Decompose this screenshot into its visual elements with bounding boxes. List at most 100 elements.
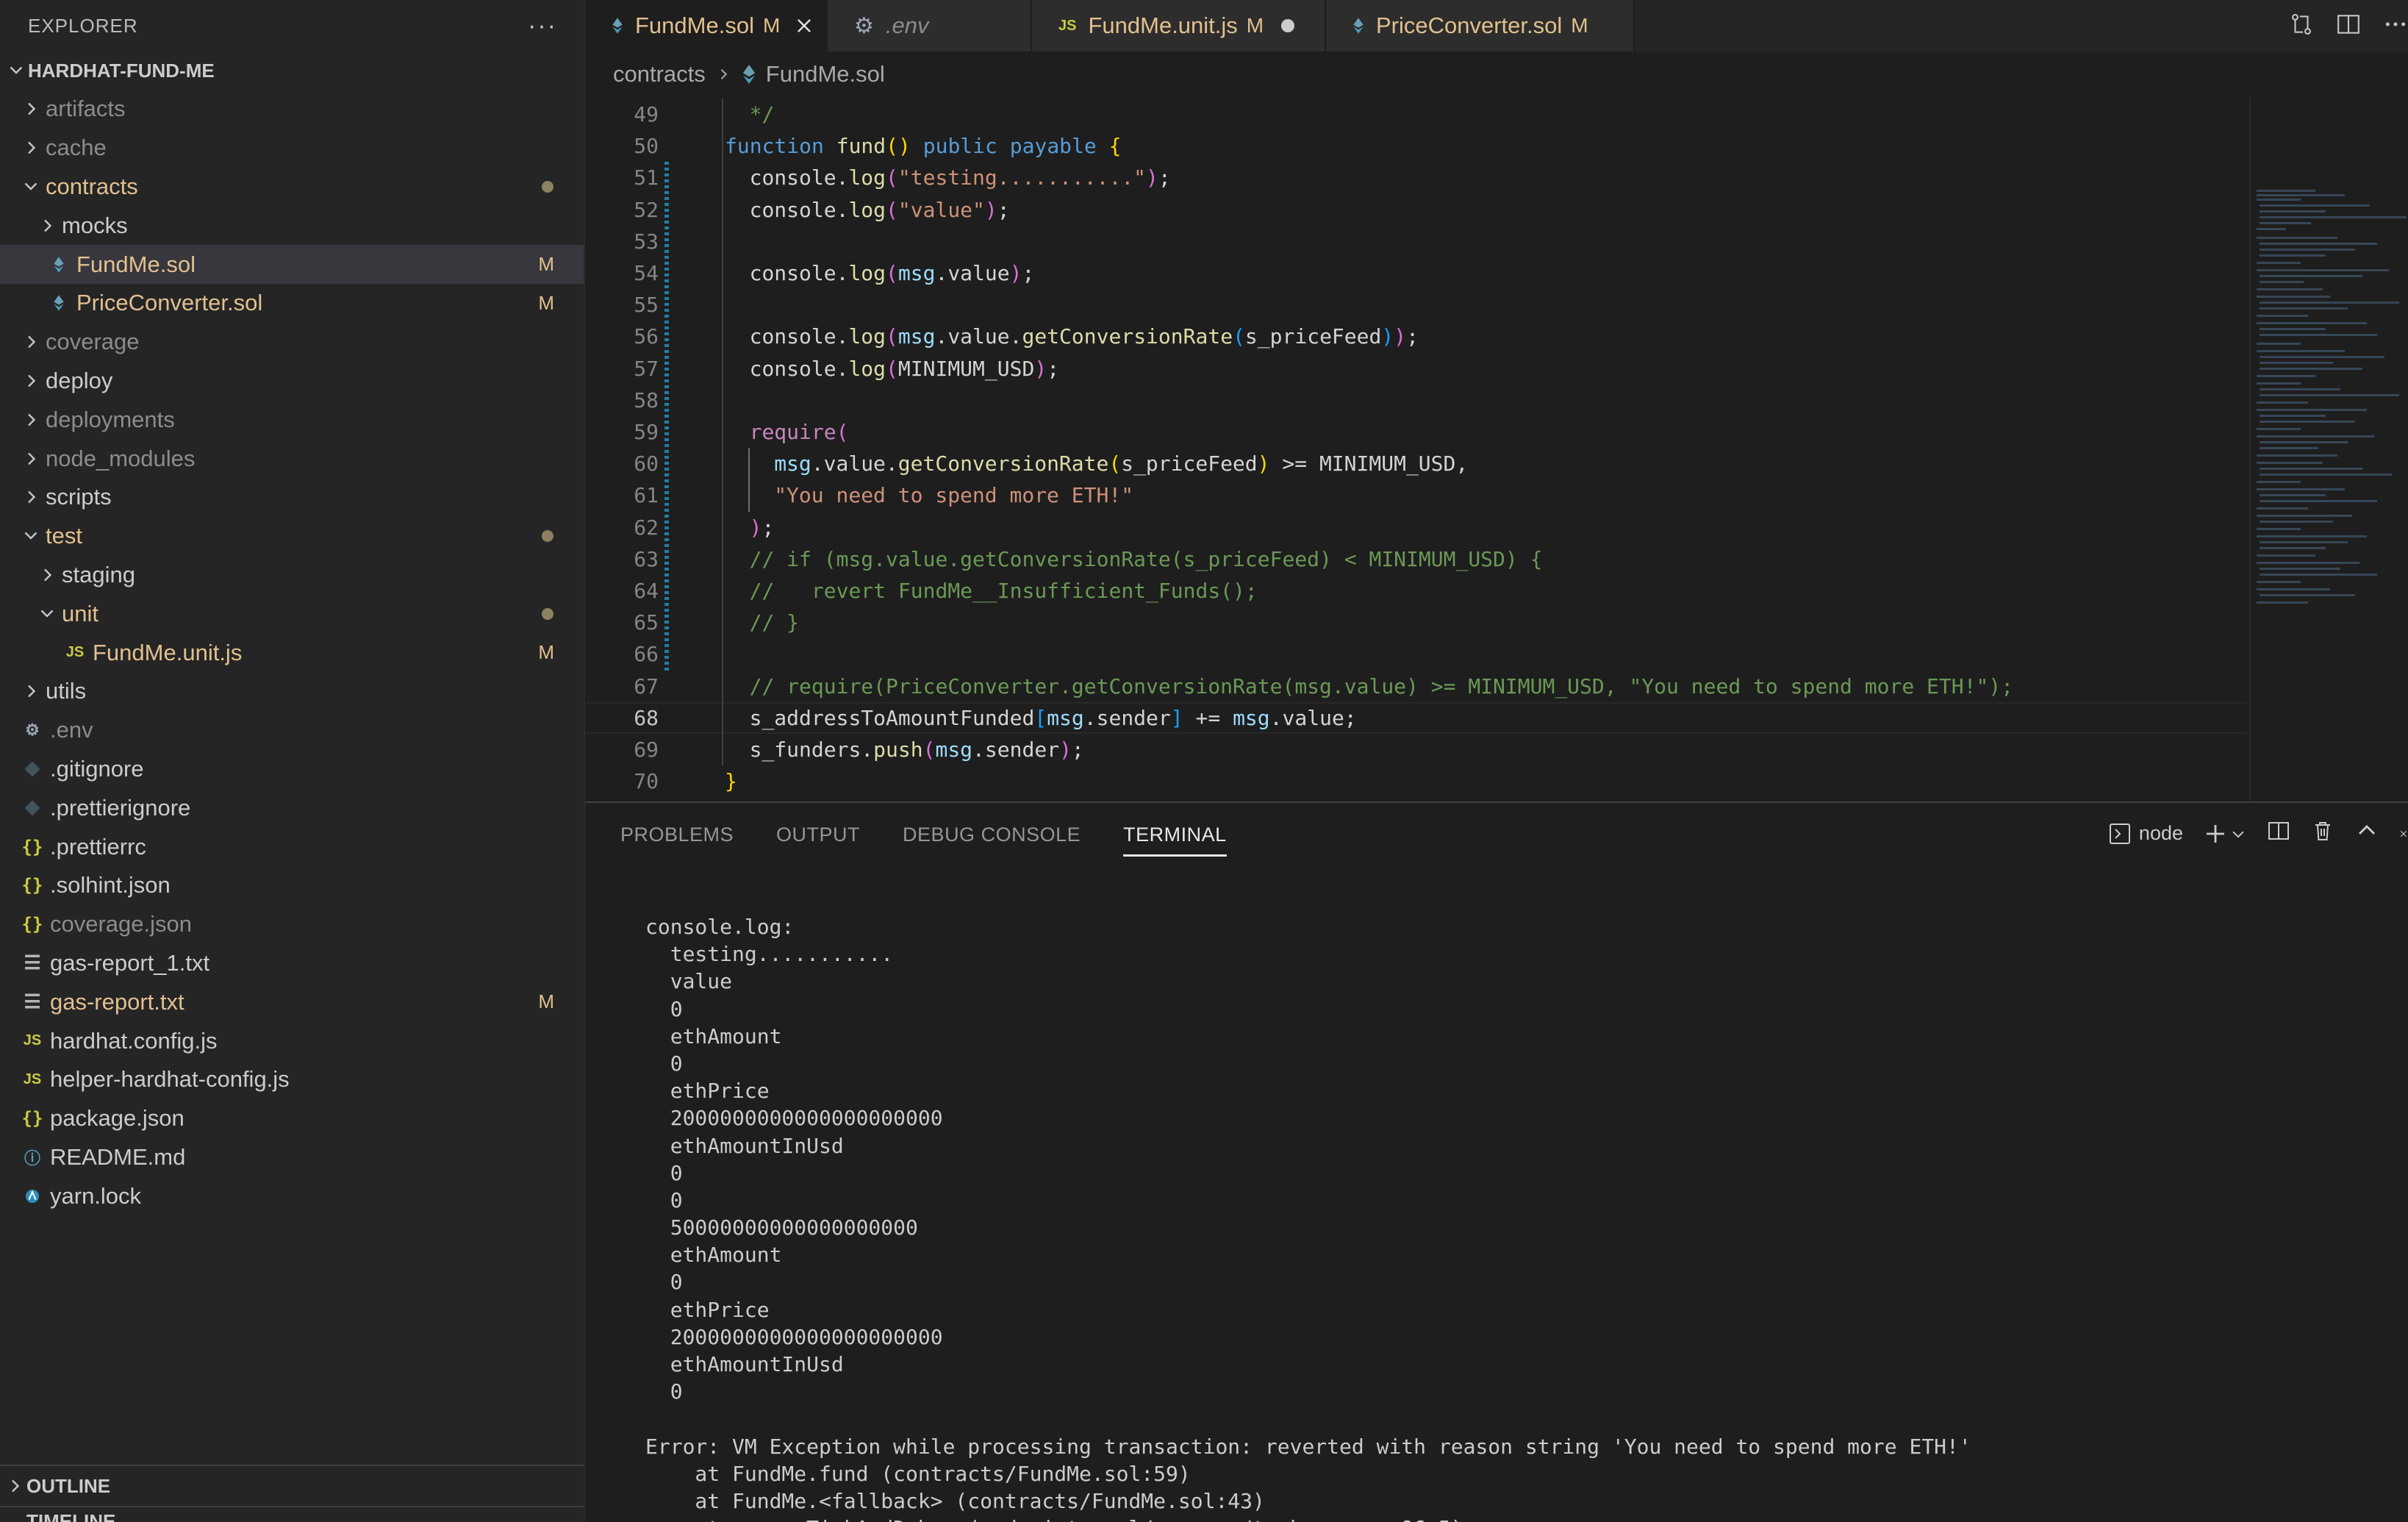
minimap-line bbox=[2257, 237, 2337, 239]
trash-icon[interactable] bbox=[2311, 819, 2334, 848]
code-text: ); bbox=[749, 515, 775, 540]
code-line[interactable]: 53 bbox=[585, 226, 2246, 257]
minimap-line bbox=[2257, 488, 2345, 490]
panel-tab-debug-console[interactable]: DEBUG CONSOLE bbox=[903, 812, 1081, 858]
file-tree: artifacts cache contracts mocks FundMe.sol M P… bbox=[0, 90, 584, 1215]
code-line[interactable]: 55 bbox=[585, 289, 2246, 321]
line-number: 65 bbox=[634, 610, 659, 635]
tree-file[interactable]: ⚙ .env bbox=[0, 711, 584, 750]
code-text: require( bbox=[749, 420, 849, 445]
minimap-line bbox=[2260, 216, 2407, 218]
panel-tab-terminal[interactable]: TERMINAL bbox=[1123, 812, 1227, 858]
tree-file[interactable]: {} .prettierrc bbox=[0, 827, 584, 866]
code-line[interactable]: 52 console.log("value"); bbox=[585, 194, 2246, 226]
tree-folder[interactable]: scripts bbox=[0, 478, 584, 517]
code-line[interactable]: 66 bbox=[585, 638, 2246, 670]
tree-folder[interactable]: utils bbox=[0, 672, 584, 711]
terminal-shell-icon[interactable]: node bbox=[2108, 822, 2183, 846]
tree-file[interactable]: ☰ gas-report_1.txt bbox=[0, 944, 584, 983]
shell-label: node bbox=[2138, 822, 2183, 844]
new-terminal-icon[interactable] bbox=[2204, 822, 2246, 846]
more-actions-icon[interactable]: ··· bbox=[528, 13, 557, 38]
code-editor[interactable]: 49 */ 50 function fund() public payable {51… bbox=[585, 97, 2408, 801]
code-line[interactable]: 59 require( bbox=[585, 416, 2246, 448]
tree-folder[interactable]: unit bbox=[0, 594, 584, 633]
tree-folder[interactable]: test bbox=[0, 517, 584, 556]
tree-folder[interactable]: staging bbox=[0, 556, 584, 595]
tree-file[interactable]: PriceConverter.sol M bbox=[0, 284, 584, 323]
minimap-line bbox=[2257, 581, 2301, 583]
tree-folder[interactable]: mocks bbox=[0, 206, 584, 245]
close-panel-icon[interactable] bbox=[2399, 822, 2408, 846]
code-line[interactable]: 61 "You need to spend more ETH!" bbox=[585, 479, 2246, 511]
tree-file[interactable]: FundMe.sol M bbox=[0, 245, 584, 284]
code-line[interactable]: 54 console.log(msg.value); bbox=[585, 257, 2246, 289]
editor-tab[interactable]: PriceConverter.sol M bbox=[1326, 0, 1635, 51]
editor-tab[interactable]: FundMe.sol M bbox=[585, 0, 828, 51]
minimap-line bbox=[2260, 204, 2370, 207]
tree-item-label: FundMe.sol bbox=[76, 251, 196, 277]
editor-tab[interactable]: JS FundMe.unit.js M bbox=[1032, 0, 1326, 51]
code-line[interactable]: 69 s_funders.push(msg.sender); bbox=[585, 734, 2246, 765]
code-line[interactable]: 49 */ bbox=[585, 99, 2246, 130]
code-line[interactable]: 62); bbox=[585, 512, 2246, 543]
tree-file[interactable]: {} package.json bbox=[0, 1099, 584, 1138]
code-line[interactable]: 67 // require(PriceConverter.getConversio… bbox=[585, 671, 2246, 702]
code-line[interactable]: 65 // } bbox=[585, 607, 2246, 638]
split-terminal-icon[interactable] bbox=[2267, 819, 2290, 848]
line-number: 54 bbox=[634, 261, 659, 286]
minimap[interactable] bbox=[2249, 97, 2408, 801]
tree-file[interactable]: .gitignore bbox=[0, 750, 584, 789]
solidity-file-icon bbox=[1352, 17, 1364, 35]
terminal-output[interactable]: console.log: testing........... value 0 … bbox=[645, 913, 1971, 1522]
tree-file[interactable]: {} .solhint.json bbox=[0, 866, 584, 905]
split-editor-icon[interactable] bbox=[2336, 12, 2361, 40]
project-root[interactable]: HARDHAT-FUND-ME bbox=[0, 51, 584, 90]
code-line[interactable]: 64 // revert FundMe__Insufficient_Funds()… bbox=[585, 575, 2246, 607]
tree-folder[interactable]: deploy bbox=[0, 362, 584, 401]
json-file-icon: {} bbox=[21, 1108, 43, 1129]
tree-file[interactable]: ⓘ README.md bbox=[0, 1138, 584, 1177]
editor-tab[interactable]: ⚙ .env bbox=[828, 0, 1032, 51]
code-line[interactable]: 51 console.log("testing..........."); bbox=[585, 162, 2246, 193]
tree-file[interactable]: .prettierignore bbox=[0, 788, 584, 827]
terminal-line: at async TickAndDebug (node:internal/pro… bbox=[645, 1515, 1971, 1522]
tree-folder[interactable]: artifacts bbox=[0, 90, 584, 129]
tree-file[interactable]: yarn.lock bbox=[0, 1176, 584, 1215]
code-line[interactable]: 58 bbox=[585, 385, 2246, 416]
tree-folder[interactable]: coverage bbox=[0, 323, 584, 362]
panel-tab-problems[interactable]: PROBLEMS bbox=[620, 812, 734, 858]
terminal-line: 50000000000000000000 bbox=[645, 1215, 918, 1240]
code-line[interactable]: 57 console.log(MINIMUM_USD); bbox=[585, 353, 2246, 385]
tree-file[interactable]: JS hardhat.config.js bbox=[0, 1021, 584, 1060]
code-line[interactable]: 70} bbox=[585, 765, 2246, 797]
panel-tab-output[interactable]: OUTPUT bbox=[776, 812, 860, 858]
unsaved-dot-icon[interactable] bbox=[1281, 19, 1295, 32]
chevron-up-icon[interactable] bbox=[2355, 819, 2379, 848]
code-line[interactable]: 50 function fund() public payable { bbox=[585, 130, 2246, 162]
tree-folder[interactable]: cache bbox=[0, 129, 584, 168]
minimap-line bbox=[2260, 368, 2362, 370]
source-control-compare-icon[interactable] bbox=[2289, 12, 2314, 40]
code-line[interactable]: 60 msg.value.getConversionRate(s_priceFee… bbox=[585, 448, 2246, 479]
more-editor-actions-icon[interactable] bbox=[2383, 12, 2408, 40]
tree-item-label: coverage bbox=[46, 329, 140, 355]
tree-folder[interactable]: node_modules bbox=[0, 439, 584, 478]
code-line[interactable]: 63 // if (msg.value.getConversionRate(s_p… bbox=[585, 543, 2246, 575]
line-number: 62 bbox=[634, 515, 659, 540]
tree-file[interactable]: {} coverage.json bbox=[0, 905, 584, 944]
chevron-right-icon bbox=[35, 566, 59, 584]
breadcrumb-folder[interactable]: contracts bbox=[613, 61, 706, 87]
tree-file[interactable]: ☰ gas-report.txt M bbox=[0, 982, 584, 1021]
tree-file[interactable]: JS FundMe.unit.js M bbox=[0, 633, 584, 672]
code-line[interactable]: 68 s_addressToAmountFunded[msg.sender] +=… bbox=[585, 701, 2246, 734]
timeline-section-header[interactable]: TIMELINE bbox=[0, 1506, 584, 1522]
tree-folder[interactable]: deployments bbox=[0, 400, 584, 439]
close-icon[interactable] bbox=[795, 15, 814, 37]
chevron-right-icon bbox=[19, 411, 43, 429]
tree-folder[interactable]: contracts bbox=[0, 168, 584, 207]
tree-file[interactable]: JS helper-hardhat-config.js bbox=[0, 1060, 584, 1099]
code-line[interactable]: 56 console.log(msg.value.getConversionRat… bbox=[585, 321, 2246, 352]
outline-section-header[interactable]: OUTLINE bbox=[0, 1465, 584, 1506]
breadcrumb-file[interactable]: FundMe.sol bbox=[766, 61, 885, 87]
